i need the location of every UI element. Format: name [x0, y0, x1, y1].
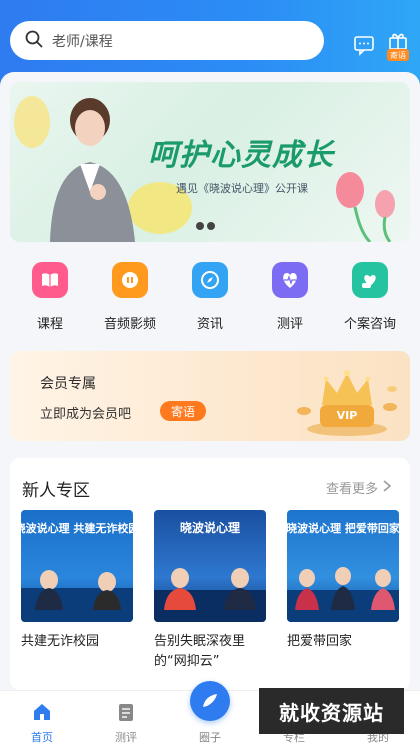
tab-assessment[interactable]: 测评	[84, 691, 168, 745]
thumbnail-text: 晓波说心理 把爱带回家	[287, 521, 399, 535]
course-title: 共建无诈校园	[21, 634, 100, 649]
view-more-label: 查看更多	[325, 482, 378, 497]
tab-label: 圈子	[199, 731, 221, 744]
course-thumbnail: 晓波说心理	[154, 510, 266, 622]
category-label: 课程	[36, 317, 63, 332]
chevron-right-icon	[382, 479, 392, 496]
vip-title: 会员专属	[40, 376, 96, 392]
vip-button[interactable]: 寄语	[160, 401, 206, 421]
category-label: 音频影频	[103, 317, 156, 332]
home-icon	[31, 701, 53, 723]
category-news[interactable]: 资讯	[170, 262, 250, 332]
pager-dot	[196, 222, 204, 230]
course-thumbnail: 晓波说心理 把爱带回家	[287, 510, 399, 622]
newbie-section: 新人专区 查看更多 晓波说心理 共建无诈校园 共建无诈校园	[10, 458, 410, 690]
audio-icon	[112, 262, 148, 298]
course-title: 告别失眠深夜里的“网抑云”	[154, 634, 246, 669]
course-card[interactable]: 晓波说心理 共建无诈校园 共建无诈校园	[21, 510, 133, 652]
category-assessment[interactable]: 测评	[250, 262, 330, 332]
gift-badge: 寄语	[387, 49, 409, 61]
search-placeholder: 老师/课程	[52, 33, 113, 50]
vip-crown-icon: VIP	[297, 370, 397, 436]
view-more-link[interactable]: 查看更多	[326, 478, 392, 497]
category-consult[interactable]: 个案咨询	[330, 262, 410, 332]
watermark: 就收资源站	[259, 688, 404, 734]
consult-icon	[352, 262, 388, 298]
banner-subtitle: 遇见《晓波说心理》公开课	[176, 182, 308, 195]
section-title: 新人专区	[22, 481, 90, 501]
thumbnail-text: 晓波说心理	[180, 520, 240, 535]
banner[interactable]: 呵护心灵成长 遇见《晓波说心理》公开课	[10, 82, 410, 242]
search-input[interactable]: 老师/课程	[10, 21, 324, 60]
thumbnail-text: 晓波说心理 共建无诈校园	[21, 521, 133, 535]
heart-pulse-icon	[272, 262, 308, 298]
course-title: 把爱带回家	[287, 634, 353, 649]
category-grid: 课程 音频影频 资讯 测评 个案咨询	[10, 262, 410, 342]
pager-dot	[207, 222, 215, 230]
vip-subtitle: 立即成为会员吧	[40, 407, 132, 422]
category-label: 资讯	[196, 317, 223, 332]
category-label: 测评	[276, 317, 303, 332]
vip-badge-text: VIP	[337, 409, 358, 422]
banner-title: 呵护心灵成长	[148, 138, 334, 173]
compass-icon	[192, 262, 228, 298]
category-audio-video[interactable]: 音频影频	[90, 262, 170, 332]
tab-home[interactable]: 首页	[0, 691, 84, 745]
tab-label: 测评	[115, 731, 137, 744]
course-card[interactable]: 晓波说心理 把爱带回家 把爱带回家	[287, 510, 399, 652]
category-label: 个案咨询	[343, 317, 396, 332]
course-card[interactable]: 晓波说心理 告别失眠深夜里的“网抑云”	[154, 510, 266, 672]
tab-label: 首页	[31, 731, 53, 744]
circle-icon[interactable]	[190, 681, 230, 721]
category-course[interactable]: 课程	[10, 262, 90, 332]
banner-pager	[196, 222, 215, 230]
book-icon	[32, 262, 68, 298]
search-icon	[24, 29, 44, 53]
vip-card[interactable]: 会员专属 立即成为会员吧 寄语 VIP	[10, 351, 410, 441]
course-thumbnail: 晓波说心理 共建无诈校园	[21, 510, 133, 622]
message-icon[interactable]	[353, 34, 375, 56]
clipboard-icon	[115, 701, 137, 723]
